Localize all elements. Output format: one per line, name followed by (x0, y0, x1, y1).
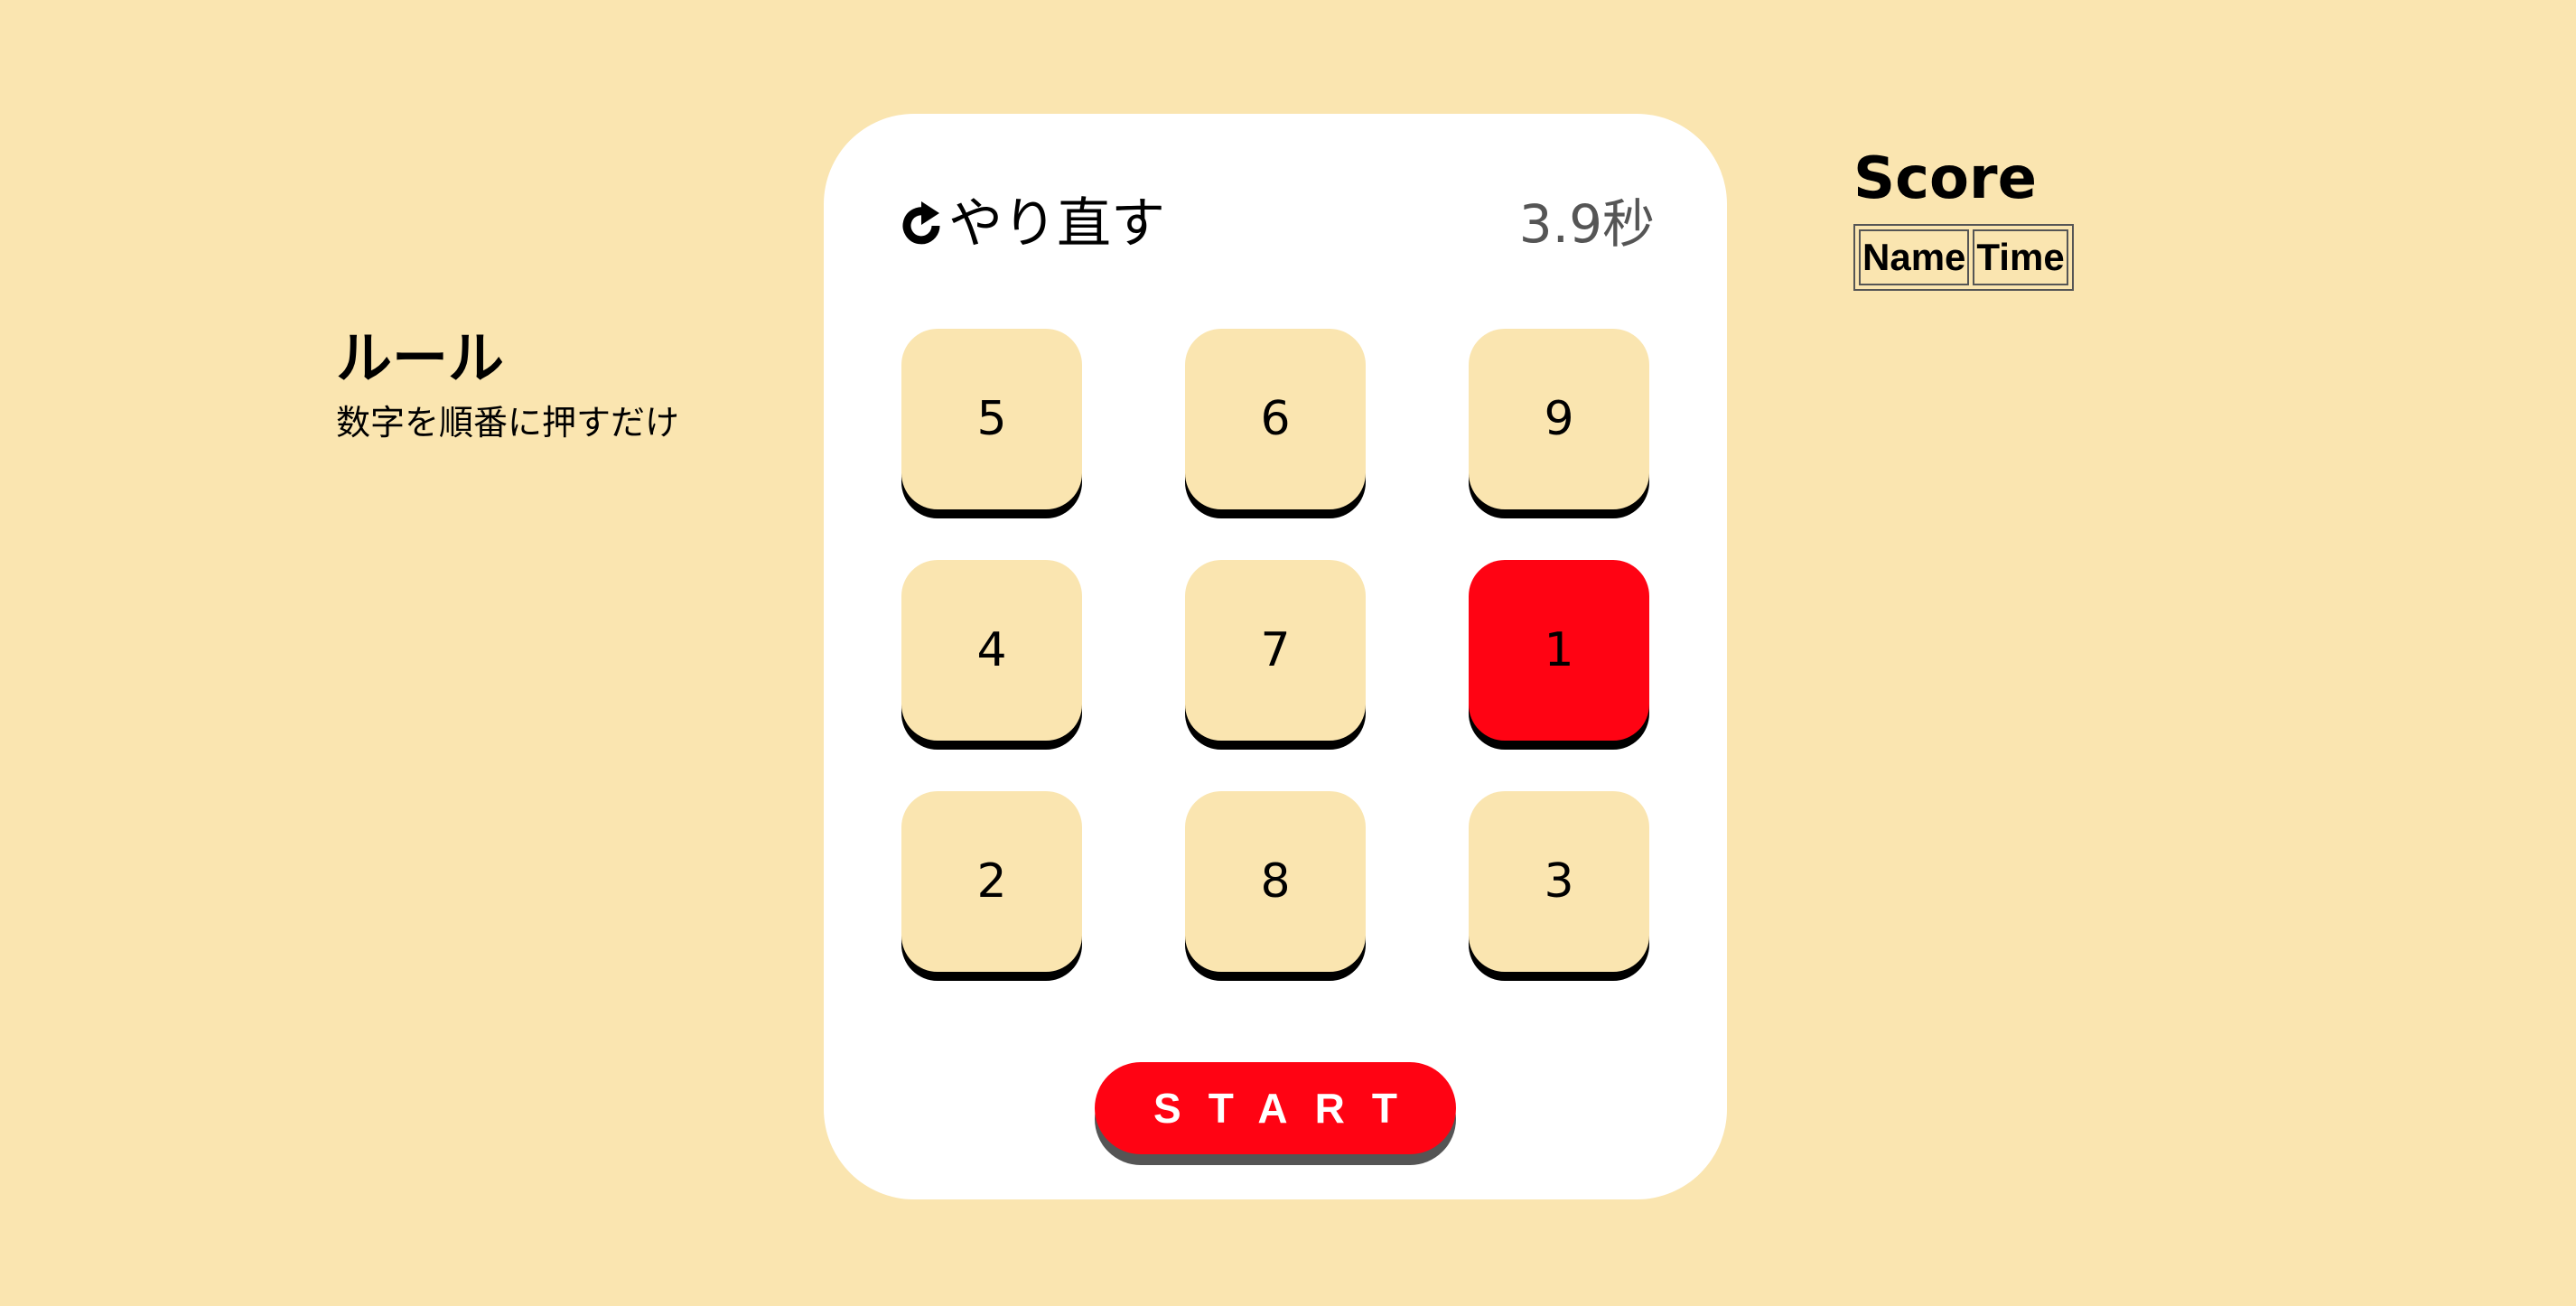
game-card: やり直す 3.9秒 5 6 9 4 7 1 2 8 3 START (824, 114, 1727, 1199)
score-header-row: Name Time (1859, 229, 2068, 285)
rules-section: ルール 数字を順番に押すだけ (336, 325, 679, 444)
rules-title: ルール (336, 325, 505, 391)
start-button[interactable]: START (1095, 1062, 1456, 1154)
retry-button[interactable]: やり直す (900, 197, 1165, 251)
number-tile[interactable]: 6 (1185, 329, 1366, 509)
number-tile[interactable]: 1 (1469, 560, 1649, 741)
score-table: Name Time (1853, 224, 2074, 291)
number-tile[interactable]: 2 (901, 791, 1082, 972)
rules-text: 数字を順番に押すだけ (336, 403, 680, 443)
number-grid: 5 6 9 4 7 1 2 8 3 (901, 329, 1651, 979)
number-tile[interactable]: 8 (1185, 791, 1366, 972)
game-header: やり直す 3.9秒 (900, 188, 1655, 260)
number-tile[interactable]: 5 (901, 329, 1082, 509)
number-tile[interactable]: 7 (1185, 560, 1366, 741)
score-section: Score Name Time (1853, 150, 2074, 291)
score-title: Score (1853, 145, 2037, 212)
retry-label: やり直す (948, 192, 1165, 256)
number-tile[interactable]: 3 (1469, 791, 1649, 972)
number-tile[interactable]: 9 (1469, 329, 1649, 509)
score-column-name: Name (1859, 229, 1970, 285)
score-column-time: Time (1973, 229, 2068, 285)
number-tile[interactable]: 4 (901, 560, 1082, 741)
rotate-right-icon (900, 199, 945, 249)
timer: 3.9秒 (1518, 193, 1655, 255)
